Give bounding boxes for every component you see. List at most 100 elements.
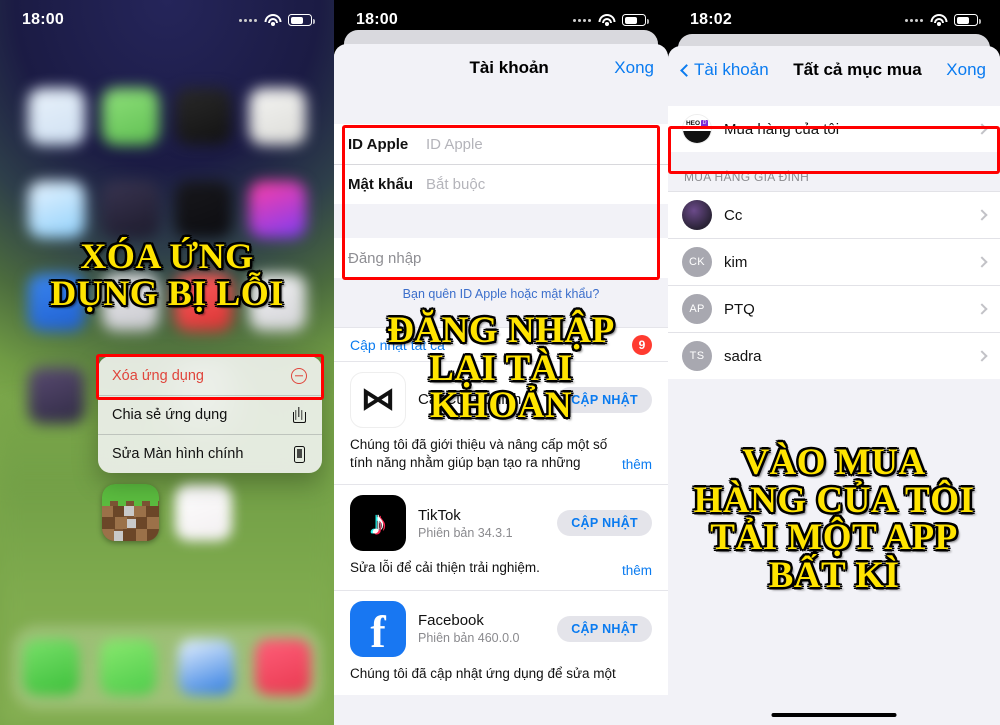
my-purchases-label: Mua hàng của tôi	[724, 120, 840, 138]
signal-dots-icon	[573, 18, 591, 22]
phone-icon	[290, 445, 308, 463]
dock-icon-messages[interactable]	[100, 639, 157, 695]
caption-line: DỤNG BỊ LỖI	[50, 272, 284, 313]
app-description: Chúng tôi đã giới thiệu và nâng cấp một …	[350, 437, 608, 471]
signin-form-group: ID Apple ID Apple Mật khẩu Bắt buộc	[334, 124, 668, 204]
minus-circle-icon	[290, 367, 308, 385]
update-app-row[interactable]: f Facebook Phiên bản 460.0.0 CẬP NHẬT	[334, 589, 668, 661]
app-icon[interactable]	[175, 88, 233, 145]
dock-icon-music[interactable]	[255, 639, 312, 695]
context-menu-item-delete-app[interactable]: Xóa ứng dụng	[98, 356, 322, 395]
dock-icon-safari[interactable]	[177, 639, 234, 695]
app-icon-row-sharp	[0, 484, 334, 541]
caption-line: ĐĂNG NHẬP	[387, 310, 615, 351]
app-version: Phiên bản 460.0.0	[418, 631, 520, 646]
app-icon[interactable]	[101, 88, 159, 145]
app-context-menu: Xóa ứng dụng Chia sẻ ứng dụng Sửa Màn hì…	[98, 356, 322, 473]
caption-overlay-left: XÓA ỨNG DỤNG BỊ LỖI	[0, 238, 334, 311]
update-button[interactable]: CẬP NHẬT	[557, 510, 652, 537]
page-title: Tất cả mục mua	[793, 60, 922, 79]
share-icon	[290, 406, 308, 424]
update-button[interactable]: CẬP NHẬT	[557, 615, 652, 642]
section-header-family: MUA HÀNG GIA ĐÌNH	[684, 170, 810, 184]
caption-line: BẤT KÌ	[768, 555, 900, 597]
wifi-icon	[930, 13, 947, 27]
my-purchases-row[interactable]: HEO D Mua hàng của tôi	[668, 106, 1000, 152]
avatar	[682, 200, 712, 230]
signin-row[interactable]: Đăng nhập	[334, 238, 668, 278]
caption-overlay-middle: ĐĂNG NHẬP LẠI TÀI KHOẢN	[334, 312, 668, 425]
minecraft-app-icon[interactable]	[101, 484, 159, 541]
list-item-label: sadra	[724, 347, 762, 365]
done-button[interactable]: Xong	[614, 58, 654, 78]
password-input[interactable]: Bắt buộc	[426, 176, 485, 193]
forgot-link[interactable]: Bạn quên ID Apple hoặc mật khẩu?	[334, 278, 668, 301]
apple-id-input[interactable]: ID Apple	[426, 136, 483, 153]
wifi-icon	[264, 13, 281, 27]
battery-icon	[954, 14, 981, 26]
done-button[interactable]: Xong	[946, 60, 986, 80]
caption-line: VÀO MUA	[742, 442, 926, 483]
app-description: Sửa lỗi để cải thiện trải nghiệm.	[350, 560, 540, 576]
app-icon[interactable]	[248, 181, 306, 238]
app-name: Facebook	[418, 612, 484, 630]
heo-avatar-icon: HEO D	[682, 114, 712, 144]
app-icon[interactable]	[101, 181, 159, 238]
app-description-row: Sửa lỗi để cải thiện trải nghiệm. thêm	[334, 555, 668, 590]
app-icon[interactable]	[28, 367, 86, 424]
list-item[interactable]: CK kim	[668, 238, 1000, 285]
dock-icon-phone[interactable]	[22, 639, 79, 695]
app-icon[interactable]	[28, 88, 86, 145]
caption-line: KHOẢN	[429, 385, 573, 427]
sheet-nav-bar: Tài khoản Tất cả mục mua Xong	[668, 46, 1000, 94]
more-link[interactable]: thêm	[622, 457, 652, 472]
context-menu-label: Xóa ứng dụng	[112, 367, 204, 384]
status-time: 18:02	[690, 11, 732, 28]
chevron-right-icon	[976, 303, 988, 315]
password-label: Mật khẩu	[348, 176, 414, 193]
app-icon[interactable]	[248, 88, 306, 145]
status-time: 18:00	[22, 11, 64, 28]
spacer	[334, 92, 668, 124]
list-item[interactable]: TS sadra	[668, 332, 1000, 379]
back-label: Tài khoản	[694, 60, 769, 79]
update-app-row[interactable]: ♪ TikTok Phiên bản 34.3.1 CẬP NHẬT	[334, 484, 668, 556]
avatar: CK	[682, 247, 712, 277]
signin-button[interactable]: Đăng nhập	[348, 250, 421, 267]
sheet-nav-bar: Tài khoản Xong	[334, 44, 668, 92]
purchases-sheet: Tài khoản Tất cả mục mua Xong HEO D Mua h…	[668, 46, 1000, 725]
app-icon[interactable]	[175, 484, 233, 541]
my-purchases-group: HEO D Mua hàng của tôi	[668, 106, 1000, 152]
app-icon[interactable]	[28, 181, 86, 238]
app-name: TikTok	[418, 506, 461, 524]
context-menu-label: Sửa Màn hình chính	[112, 446, 244, 462]
battery-icon	[622, 14, 649, 26]
chevron-right-icon	[976, 350, 988, 362]
caption-line: LẠI TÀI	[429, 347, 573, 389]
password-row[interactable]: Mật khẩu Bắt buộc	[334, 164, 668, 204]
panel-home-screen: Xóa ứng dụng Chia sẻ ứng dụng Sửa Màn hì…	[0, 0, 334, 725]
chevron-right-icon	[976, 256, 988, 268]
app-description-row: Chúng tôi đã giới thiệu và nâng cấp một …	[334, 432, 668, 485]
caption-line: XÓA ỨNG	[80, 236, 254, 276]
context-menu-item-edit-home-screen[interactable]: Sửa Màn hình chính	[98, 434, 322, 473]
panel-account-signin: Tài khoản Xong ID Apple ID Apple Mật khẩ…	[334, 0, 668, 725]
more-link[interactable]: thêm	[622, 563, 652, 578]
chevron-right-icon	[976, 209, 988, 221]
status-bar: 18:00	[0, 0, 334, 40]
app-icon[interactable]	[175, 181, 233, 238]
list-item[interactable]: Cc	[668, 192, 1000, 238]
back-button[interactable]: Tài khoản	[680, 60, 769, 80]
status-time: 18:00	[356, 11, 398, 28]
tiktok-icon: ♪	[350, 495, 406, 552]
family-list: Cc CK kim AP PTQ TS sadra	[668, 191, 1000, 379]
facebook-icon: f	[350, 600, 406, 657]
apple-id-row[interactable]: ID Apple ID Apple	[334, 124, 668, 164]
caption-line: HÀNG CỦA TÔI	[693, 479, 975, 521]
signin-button-group: Đăng nhập	[334, 238, 668, 278]
list-item[interactable]: AP PTQ	[668, 285, 1000, 332]
context-menu-item-share-app[interactable]: Chia sẻ ứng dụng	[98, 395, 322, 434]
avatar: TS	[682, 341, 712, 371]
chevron-left-icon	[680, 63, 693, 77]
app-description: Chúng tôi đã cập nhật ứng dụng để sửa mộ…	[350, 665, 616, 681]
